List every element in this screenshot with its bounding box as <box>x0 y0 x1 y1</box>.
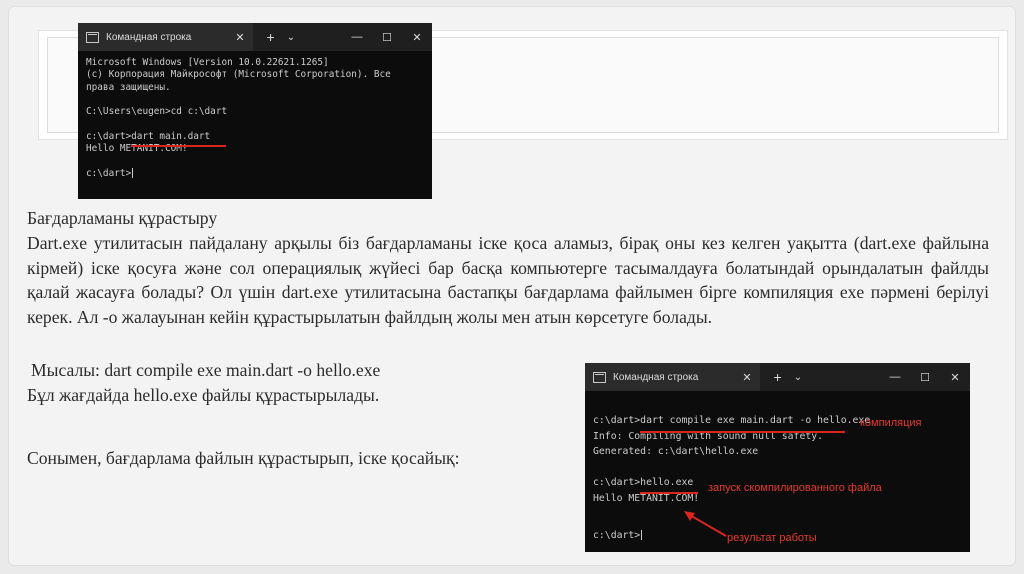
new-tab-icon[interactable]: + <box>267 29 275 45</box>
example-line: Мысалы: dart compile exe main.dart -o he… <box>31 360 381 380</box>
terminal-titlebar: Командная строка ✕ + ⌄ — ☐ ✕ <box>78 23 432 51</box>
maximize-icon[interactable]: ☐ <box>910 371 940 384</box>
terminal-line: права защищены. <box>86 81 171 93</box>
chevron-down-icon[interactable]: ⌄ <box>287 32 295 43</box>
terminal-window-1: Командная строка ✕ + ⌄ — ☐ ✕ Microsoft W… <box>78 23 432 199</box>
close-window-icon[interactable]: ✕ <box>402 31 432 44</box>
terminal-titlebar: Командная строка ✕ + ⌄ — ☐ ✕ <box>585 363 970 391</box>
terminal-line: c:\dart>dart main.dart <box>86 130 211 142</box>
terminal-line: (c) Корпорация Майкрософт (Microsoft Cor… <box>86 69 391 81</box>
terminal-prompt-line[interactable]: c:\dart> <box>86 168 424 180</box>
annotation-output: результат работы <box>727 532 817 544</box>
annotation-launch: запуск скомпилированного файла <box>708 482 882 494</box>
chevron-down-icon[interactable]: ⌄ <box>794 372 802 383</box>
terminal-tab[interactable]: Командная строка ✕ <box>585 363 760 391</box>
terminal-window-2: Командная строка ✕ + ⌄ — ☐ ✕ c:\dart>dar… <box>585 363 970 552</box>
new-tab-icon[interactable]: + <box>774 369 782 385</box>
result-line: Бұл жағдайда hello.exe файлы құрастырыла… <box>27 385 380 405</box>
window-controls: — ☐ ✕ <box>880 371 970 384</box>
terminal-tab-title: Командная строка <box>613 371 699 383</box>
terminal-output: Microsoft Windows [Version 10.0.22621.12… <box>78 51 432 186</box>
terminal-line: Generated: c:\dart\hello.exe <box>593 446 759 458</box>
slide-heading: Бағдарламаны құрастыру <box>27 208 218 228</box>
closing-line: Сонымен, бағдарлама файлын құрастырып, і… <box>27 448 460 468</box>
close-tab-icon[interactable]: ✕ <box>742 371 751 384</box>
terminal-line: C:\Users\eugen>cd c:\dart <box>86 106 228 118</box>
run-underline <box>640 492 698 494</box>
slide-paragraph: Dart.exe утилитасын пайдалану арқылы біз… <box>27 233 989 327</box>
compile-underline <box>640 431 845 433</box>
terminal-prompt: c:\dart> <box>86 167 132 179</box>
terminal-tab[interactable]: Командная строка ✕ <box>78 23 253 51</box>
command-underline <box>131 145 226 147</box>
text-cursor <box>132 168 134 179</box>
text-cursor <box>641 530 643 541</box>
arrow-icon <box>684 511 727 537</box>
minimize-icon[interactable]: — <box>342 31 372 44</box>
maximize-icon[interactable]: ☐ <box>372 31 402 44</box>
terminal-line: Microsoft Windows [Version 10.0.22621.12… <box>86 57 329 68</box>
window-controls: — ☐ ✕ <box>342 31 432 44</box>
terminal-prompt: c:\dart> <box>593 530 641 542</box>
terminal-icon <box>593 371 606 383</box>
annotation-compile: компиляция <box>860 417 922 429</box>
close-window-icon[interactable]: ✕ <box>940 371 970 384</box>
terminal-output: c:\dart>dart compile exe main.dart -o he… <box>585 391 970 550</box>
close-tab-icon[interactable]: ✕ <box>235 31 244 44</box>
terminal-icon <box>86 31 99 43</box>
terminal-tab-title: Командная строка <box>106 31 192 43</box>
minimize-icon[interactable]: — <box>880 371 910 384</box>
